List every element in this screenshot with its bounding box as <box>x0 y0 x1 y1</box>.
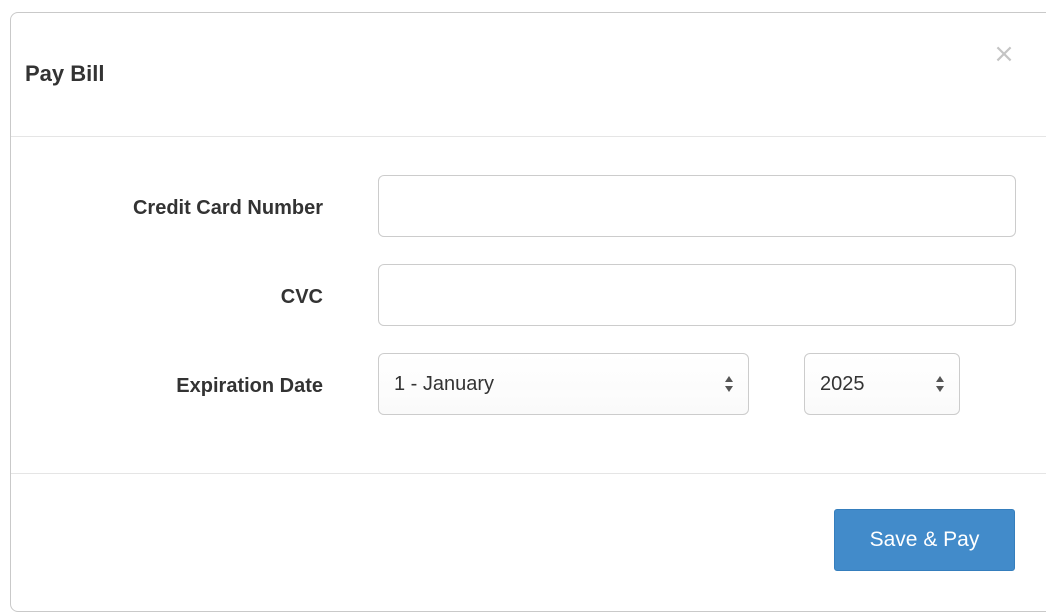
sort-arrows-icon <box>725 376 733 392</box>
credit-card-number-label: Credit Card Number <box>132 197 323 219</box>
close-icon[interactable]: × <box>992 40 1016 68</box>
expiration-date-label: Expiration Date <box>176 375 323 397</box>
save-and-pay-button[interactable]: Save & Pay <box>834 509 1015 571</box>
expiration-year-select[interactable]: 2025 <box>804 353 960 415</box>
sort-arrows-icon <box>936 376 944 392</box>
modal-header: Pay Bill <box>11 13 1046 137</box>
expiration-month-value: 1 - January <box>394 373 495 395</box>
expiration-month-select[interactable]: 1 - January <box>378 353 749 415</box>
cvc-input[interactable] <box>378 264 1016 326</box>
modal-body: Credit Card Number CVC Expiration Date 1… <box>11 137 1046 474</box>
credit-card-number-input[interactable] <box>378 175 1016 237</box>
pay-bill-modal: Pay Bill Credit Card Number CVC Expirati… <box>10 12 1046 612</box>
expiration-year-value: 2025 <box>820 373 865 395</box>
cvc-label: CVC <box>280 286 323 308</box>
modal-title: Pay Bill <box>25 61 105 86</box>
